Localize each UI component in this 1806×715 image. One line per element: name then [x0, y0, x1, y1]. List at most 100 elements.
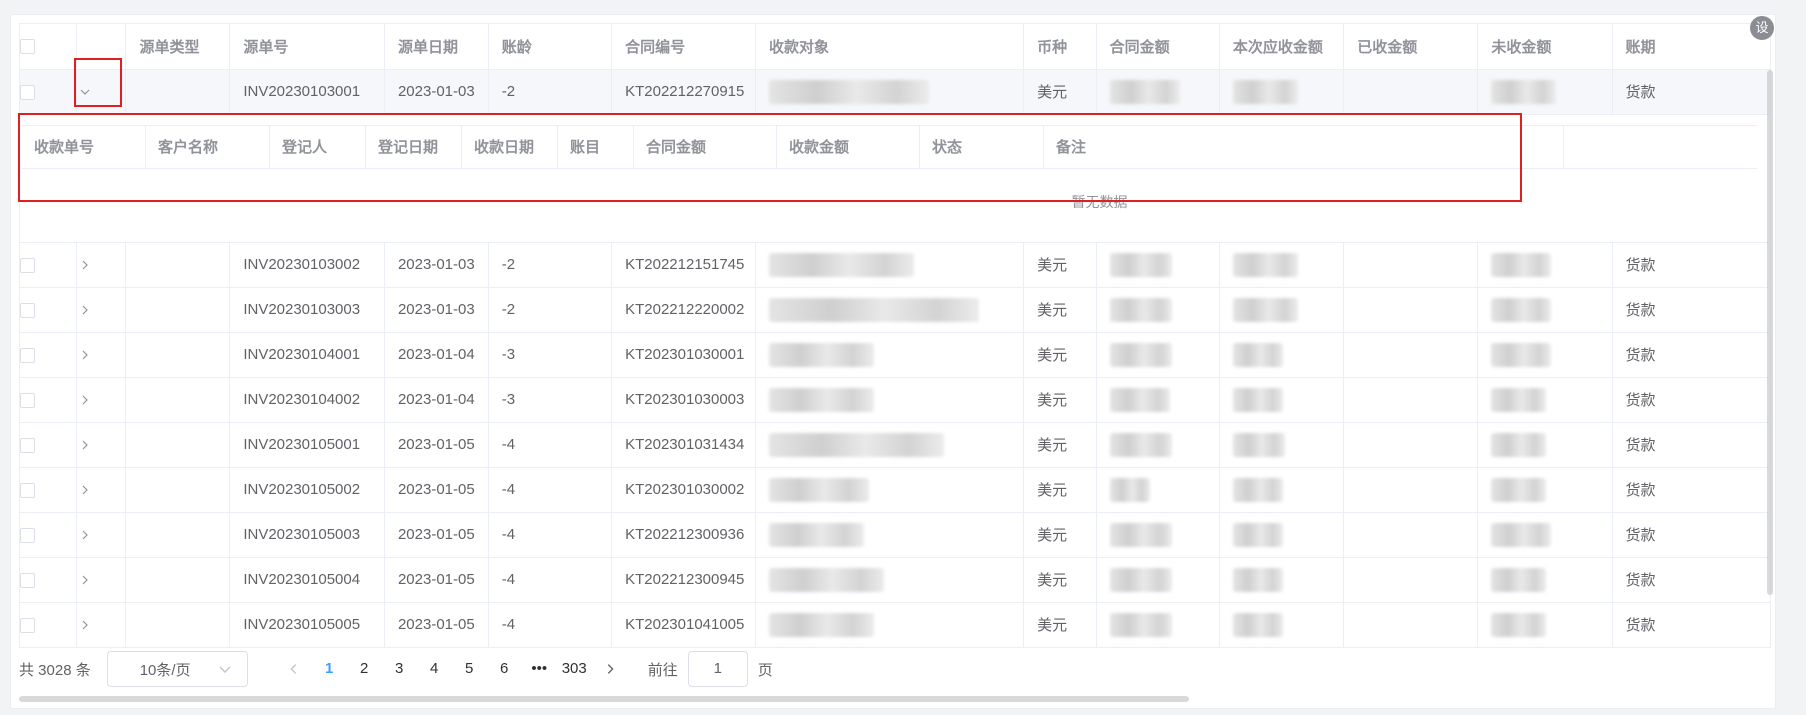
- col-header-unreceived-amount[interactable]: 未收金额: [1477, 24, 1613, 70]
- cell-contract-no: KT202301041005: [611, 602, 756, 647]
- select-all-header: [20, 24, 77, 70]
- row-checkbox[interactable]: [20, 437, 35, 453]
- row-checkbox[interactable]: [20, 84, 35, 100]
- row-checkbox[interactable]: [20, 347, 35, 363]
- expand-toggle-cell[interactable]: [76, 69, 127, 115]
- cell-source-type: [125, 557, 231, 603]
- expand-toggle-cell[interactable]: [76, 422, 127, 468]
- table-row[interactable]: INV20230103001 2023-01-03 -2 KT202212270915…: [20, 69, 1770, 115]
- chevron-right-icon[interactable]: [77, 392, 93, 408]
- goto-page-input[interactable]: 1: [687, 651, 748, 687]
- horizontal-scrollbar[interactable]: [19, 696, 1189, 702]
- cell-aging: -4: [488, 467, 613, 513]
- row-checkbox[interactable]: [20, 257, 35, 273]
- cell-source-no: INV20230105004: [229, 557, 385, 603]
- col-header-source-no[interactable]: 源单号: [229, 24, 385, 70]
- chevron-right-icon[interactable]: [77, 302, 93, 318]
- page-number-6[interactable]: 6: [487, 651, 522, 687]
- col-header-source-type[interactable]: 源单类型: [125, 24, 231, 70]
- redacted-due-amount: [1232, 477, 1283, 502]
- row-checkbox[interactable]: [20, 617, 35, 633]
- expand-toggle-cell[interactable]: [76, 242, 127, 288]
- table-row[interactable]: INV20230103002 2023-01-03 -2 KT202212151745…: [20, 242, 1770, 288]
- chevron-right-icon[interactable]: [77, 527, 93, 543]
- table-row[interactable]: INV20230103003 2023-01-03 -2 KT202212220002…: [20, 287, 1770, 333]
- col-header-account-period[interactable]: 账期: [1612, 24, 1770, 70]
- page-size-select[interactable]: 10条/页: [106, 651, 248, 687]
- cell-source-no: INV20230105005: [229, 602, 385, 647]
- next-page-button[interactable]: [592, 651, 628, 687]
- sub-col-header[interactable]: 备注: [1044, 125, 1564, 168]
- table-row[interactable]: INV20230105004 2023-01-05 -4 KT202212300945…: [20, 557, 1770, 603]
- table-row[interactable]: INV20230104002 2023-01-04 -3 KT202301030003…: [20, 377, 1770, 423]
- cell-source-date: 2023-01-03: [384, 287, 489, 333]
- cell-due-amount: [1219, 287, 1345, 333]
- prev-page-button[interactable]: [276, 651, 312, 687]
- cell-contract-amount: [1096, 557, 1220, 603]
- expand-toggle-cell[interactable]: [76, 557, 127, 603]
- page-last[interactable]: 303: [557, 651, 592, 687]
- expand-toggle-cell[interactable]: [76, 287, 127, 333]
- sub-col-header[interactable]: 登记日期: [366, 125, 462, 168]
- row-select-cell: [20, 467, 77, 513]
- page-number-1[interactable]: 1: [312, 651, 347, 687]
- col-header-contract-amount[interactable]: 合同金额: [1096, 24, 1220, 70]
- expand-toggle-cell[interactable]: [76, 512, 127, 558]
- expand-toggle-cell[interactable]: [76, 377, 127, 423]
- settings-icon[interactable]: 设: [1750, 16, 1774, 40]
- table-row[interactable]: INV20230105005 2023-01-05 -4 KT202301041005…: [20, 602, 1770, 647]
- cell-account-period: 货款: [1612, 242, 1770, 288]
- sub-col-header[interactable]: 收款金额: [777, 125, 920, 168]
- total-count: 共 3028 条: [19, 661, 91, 679]
- sub-col-header[interactable]: 合同金额: [634, 125, 777, 168]
- expand-toggle-cell[interactable]: [76, 332, 127, 378]
- chevron-right-icon[interactable]: [77, 437, 93, 453]
- chevron-right-icon[interactable]: [77, 572, 93, 588]
- row-checkbox[interactable]: [20, 392, 35, 408]
- page-number-3[interactable]: 3: [382, 651, 417, 687]
- cell-aging: -2: [488, 69, 613, 115]
- cell-source-type: [125, 467, 231, 513]
- col-header-source-date[interactable]: 源单日期: [384, 24, 489, 70]
- row-select-cell: [20, 287, 77, 333]
- row-checkbox[interactable]: [20, 572, 35, 588]
- page-number-2[interactable]: 2: [347, 651, 382, 687]
- table-row[interactable]: INV20230105001 2023-01-05 -4 KT202301031434…: [20, 422, 1770, 468]
- col-header-due-amount[interactable]: 本次应收金额: [1219, 24, 1345, 70]
- page-number-4[interactable]: 4: [417, 651, 452, 687]
- sub-col-header[interactable]: 状态: [920, 125, 1044, 168]
- row-checkbox[interactable]: [20, 302, 35, 318]
- cell-source-type: [125, 512, 231, 558]
- page-number-5[interactable]: 5: [452, 651, 487, 687]
- expand-toggle-cell[interactable]: [76, 602, 127, 647]
- col-header-contract-no[interactable]: 合同编号: [611, 24, 756, 70]
- chevron-right-icon[interactable]: [77, 617, 93, 633]
- col-header-received-amount[interactable]: 已收金额: [1343, 24, 1479, 70]
- col-header-aging[interactable]: 账龄: [488, 24, 613, 70]
- sub-col-header[interactable]: 账目: [558, 125, 634, 168]
- sub-col-header[interactable]: 登记人: [270, 125, 366, 168]
- select-all-checkbox[interactable]: [20, 39, 35, 55]
- sub-col-header[interactable]: 收款日期: [462, 125, 558, 168]
- expand-toggle-cell[interactable]: [76, 467, 127, 513]
- table-row[interactable]: INV20230104001 2023-01-04 -3 KT202301030001…: [20, 332, 1770, 378]
- col-header-currency[interactable]: 币种: [1023, 24, 1097, 70]
- cell-payer: [755, 69, 1025, 115]
- sub-col-header[interactable]: 收款单号: [22, 125, 146, 168]
- vertical-scrollbar[interactable]: [1767, 70, 1773, 595]
- sub-col-header[interactable]: 客户名称: [146, 125, 270, 168]
- page-ellipsis[interactable]: •••: [522, 651, 557, 687]
- table-row[interactable]: INV20230105003 2023-01-05 -4 KT202212300936…: [20, 512, 1770, 558]
- col-header-payer[interactable]: 收款对象: [755, 24, 1025, 70]
- row-checkbox[interactable]: [20, 482, 35, 498]
- table-row[interactable]: INV20230105002 2023-01-05 -4 KT202301030002…: [20, 467, 1770, 513]
- chevron-down-icon[interactable]: [77, 84, 93, 100]
- chevron-right-icon[interactable]: [77, 347, 93, 363]
- cell-contract-no: KT202301030002: [611, 467, 756, 513]
- cell-account-period: 货款: [1612, 287, 1770, 333]
- chevron-right-icon[interactable]: [77, 482, 93, 498]
- goto-prefix: 前往: [647, 661, 678, 679]
- row-select-cell: [20, 602, 77, 647]
- row-checkbox[interactable]: [20, 527, 35, 543]
- chevron-right-icon[interactable]: [77, 257, 93, 273]
